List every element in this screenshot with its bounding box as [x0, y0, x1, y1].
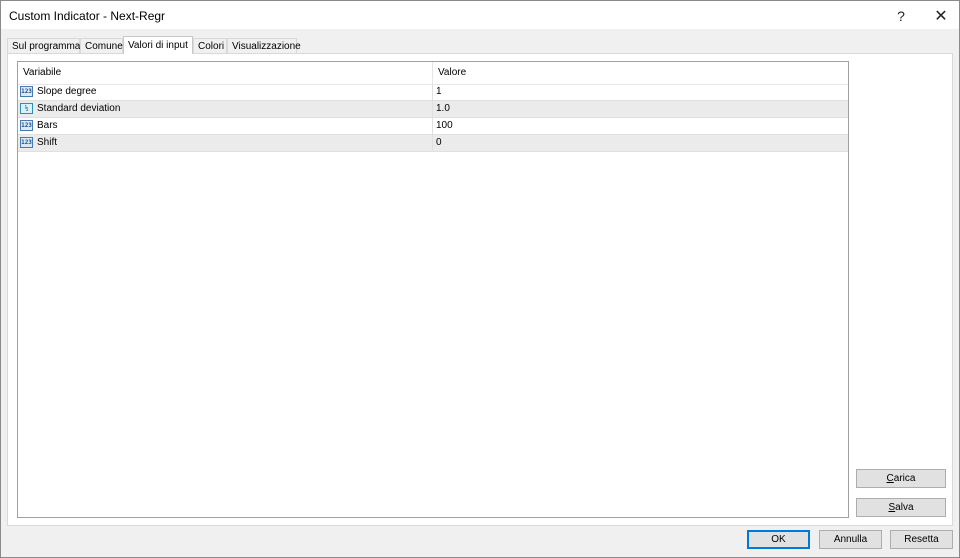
- cell-divider: [432, 118, 433, 134]
- integer-type-icon: 123: [20, 120, 33, 131]
- load-button-accel: C: [886, 473, 894, 484]
- table-row[interactable]: 123 Bars 100: [18, 118, 848, 135]
- variable-name: Standard deviation: [37, 103, 121, 114]
- tab-valori-di-input[interactable]: Valori di input: [123, 36, 193, 54]
- save-button[interactable]: Salva: [856, 498, 946, 517]
- load-button-label: arica: [893, 473, 916, 484]
- cell-divider: [432, 101, 433, 117]
- integer-type-icon: 123: [20, 86, 33, 97]
- tab-visualizzazione[interactable]: Visualizzazione: [227, 38, 301, 53]
- grid-header: Variabile Valore: [18, 62, 848, 85]
- reset-button[interactable]: Resetta: [890, 530, 953, 549]
- cell-divider: [432, 84, 433, 100]
- variable-name: Bars: [37, 120, 58, 131]
- column-header-variable[interactable]: Variabile: [23, 62, 61, 84]
- table-row[interactable]: 123 Slope degree 1: [18, 84, 848, 101]
- cell-divider: [432, 135, 433, 151]
- integer-type-icon: 123: [20, 137, 33, 148]
- variable-name: Slope degree: [37, 86, 97, 97]
- double-type-icon: ½: [20, 103, 33, 114]
- ok-button[interactable]: OK: [747, 530, 810, 549]
- window-title: Custom Indicator - Next-Regr: [9, 9, 166, 23]
- variable-value[interactable]: 1: [436, 84, 442, 100]
- save-button-label: alva: [895, 502, 914, 513]
- tab-colori[interactable]: Colori: [193, 38, 227, 53]
- variable-value[interactable]: 100: [436, 118, 453, 134]
- cancel-button[interactable]: Annulla: [819, 530, 882, 549]
- tab-comune[interactable]: Comune: [80, 38, 123, 53]
- help-icon[interactable]: ?: [881, 1, 921, 30]
- close-icon[interactable]: ✕: [921, 1, 960, 30]
- title-bar: Custom Indicator - Next-Regr ? ✕: [0, 0, 960, 30]
- table-row[interactable]: 123 Shift 0: [18, 135, 848, 152]
- variable-value[interactable]: 1.0: [436, 101, 450, 117]
- inputs-grid[interactable]: Variabile Valore 123 Slope degree 1 ½ St…: [17, 61, 849, 518]
- tab-sul-programma[interactable]: Sul programma: [7, 38, 80, 53]
- load-button[interactable]: Carica: [856, 469, 946, 488]
- column-divider[interactable]: [432, 62, 433, 84]
- variable-value[interactable]: 0: [436, 135, 442, 151]
- column-header-value[interactable]: Valore: [438, 62, 466, 84]
- table-row[interactable]: ½ Standard deviation 1.0: [18, 101, 848, 118]
- variable-name: Shift: [37, 137, 58, 148]
